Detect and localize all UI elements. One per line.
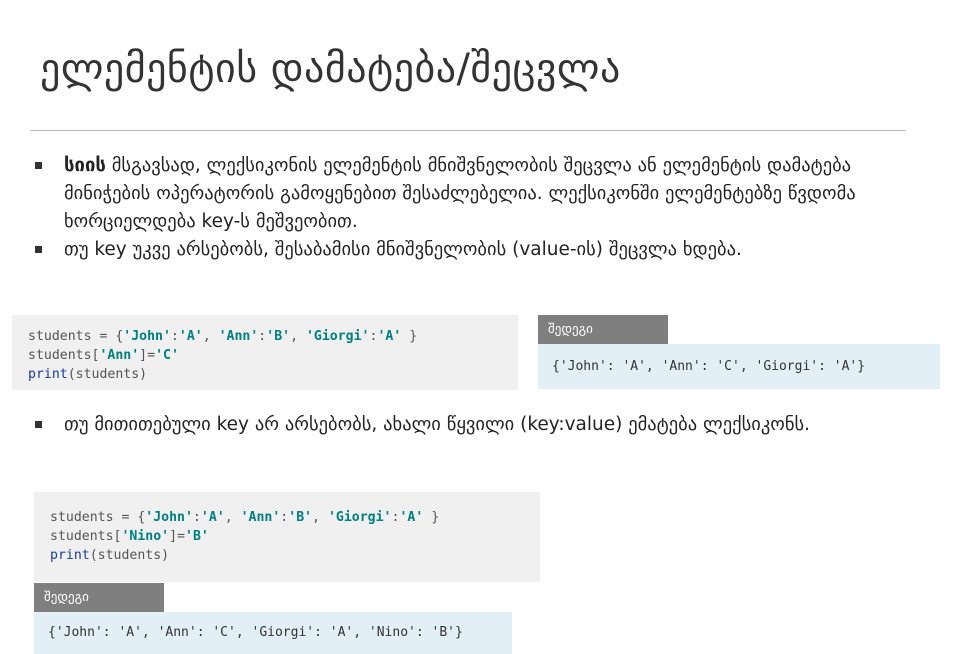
bullet-list-bottom: თუ მითითებული key არ არსებობს, ახალი წყვ…: [32, 411, 912, 439]
result-label: შედეგი: [538, 315, 668, 344]
result-output: {'John': 'A', 'Ann': 'C', 'Giorgi': 'A'}: [538, 344, 940, 389]
square-bullet-icon: [35, 162, 42, 169]
code-line: print(students): [50, 548, 170, 563]
result-label: შედეგი: [34, 583, 164, 612]
bullet-text: თუ მითითებული key არ არსებობს, ახალი წყვ…: [64, 414, 811, 435]
bullet-text: თუ key უკვე არსებობს, შესაბამისი მნიშვნე…: [64, 239, 742, 260]
code-line: students = {'John':'A', 'Ann':'B', 'Gior…: [50, 510, 440, 525]
slide-title: ელემენტის დამატება/შეცვლა: [40, 46, 621, 92]
square-bullet-icon: [35, 421, 42, 428]
square-bullet-icon: [35, 246, 42, 253]
code-block-add: students = {'John':'A', 'Ann':'B', 'Gior…: [34, 492, 540, 582]
code-line: print(students): [28, 367, 148, 382]
bullet-item-dictionary-modify: სიის მსგავსად, ლექსიკონის ელემენტის მნიშ…: [32, 152, 932, 236]
code-line: students = {'John':'A', 'Ann':'B', 'Gior…: [28, 329, 418, 344]
title-divider: [30, 130, 906, 131]
code-block-modify: students = {'John':'A', 'Ann':'B', 'Gior…: [12, 315, 518, 390]
code-line: students['Nino']='B': [50, 529, 209, 544]
bullet-item-key-missing: თუ მითითებული key არ არსებობს, ახალი წყვ…: [32, 411, 912, 439]
bullet-item-key-exists: თუ key უკვე არსებობს, შესაბამისი მნიშვნე…: [32, 236, 932, 264]
bullet-list-top: სიის მსგავსად, ლექსიკონის ელემენტის მნიშ…: [32, 152, 932, 264]
bullet-text: მსგავსად, ლექსიკონის ელემენტის მნიშვნელო…: [64, 155, 856, 232]
code-line: students['Ann']='C': [28, 348, 179, 363]
bold-word: სიის: [64, 155, 106, 176]
